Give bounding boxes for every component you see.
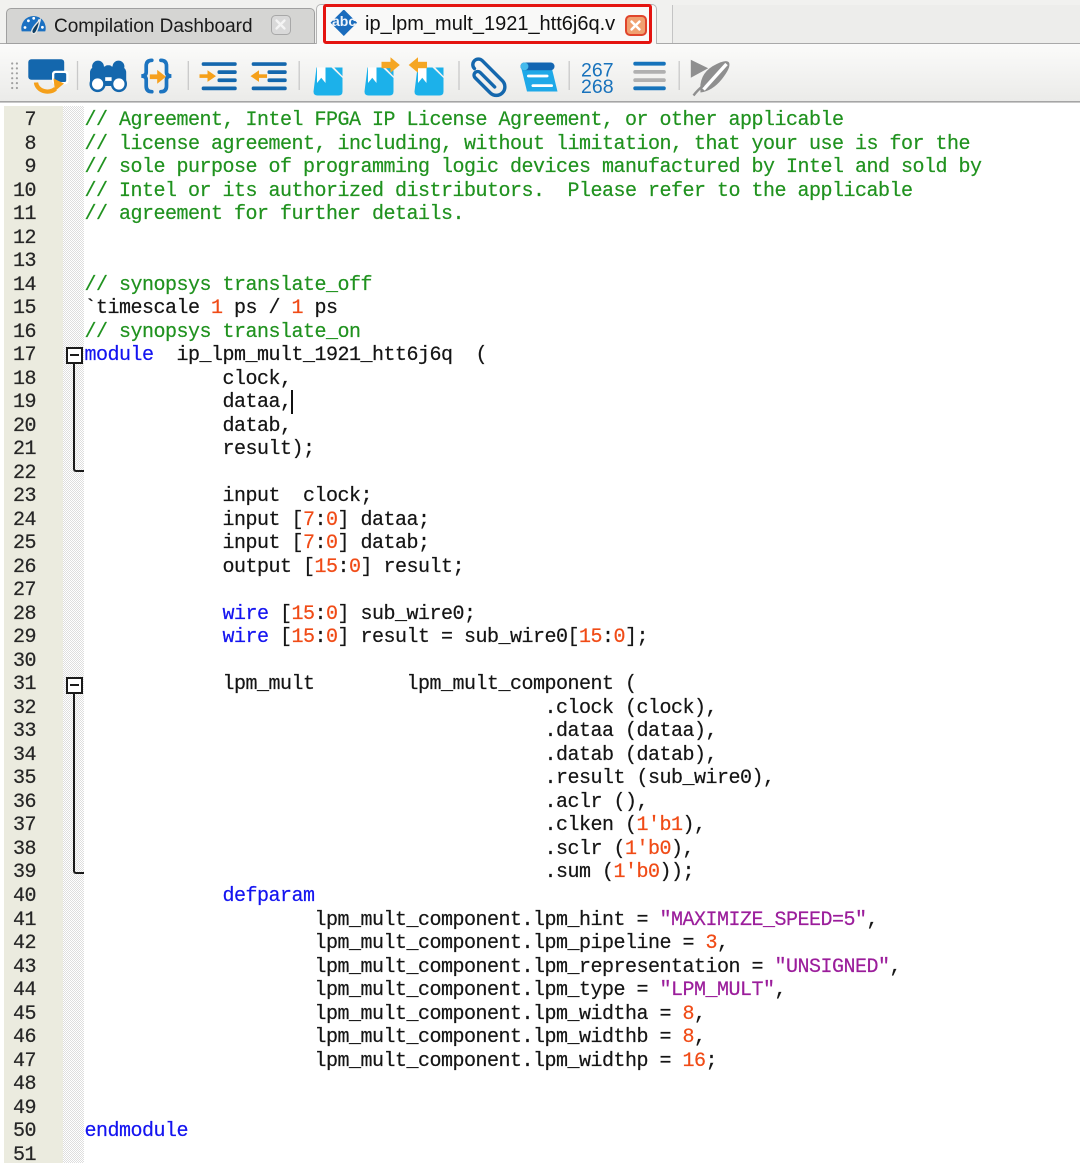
svg-text:abc: abc [332, 13, 356, 29]
svg-text:268: 268 [581, 76, 614, 98]
